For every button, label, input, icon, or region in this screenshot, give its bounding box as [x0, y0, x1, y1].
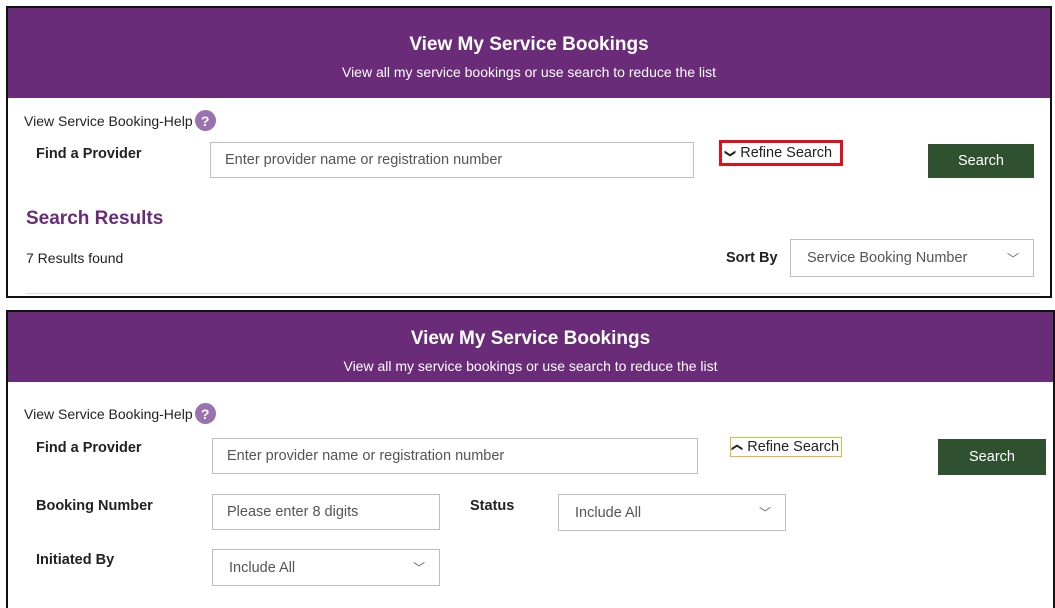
sort-by-value: Service Booking Number — [807, 250, 968, 266]
chevron-down-icon: ﹀ — [758, 506, 771, 520]
find-provider-label: Find a Provider — [36, 440, 142, 456]
initiated-by-value: Include All — [229, 559, 296, 576]
page-subtitle: View all my service bookings or use sear… — [341, 64, 717, 80]
chevron-down-icon: ❯ — [724, 148, 737, 158]
help-link[interactable]: View Service Booking-Help ? — [24, 403, 216, 424]
status-label: Status — [470, 498, 515, 514]
refine-search-toggle[interactable]: ❮ Refine Search — [730, 437, 843, 457]
provider-search-input[interactable] — [212, 438, 698, 474]
find-provider-label: Find a Provider — [36, 146, 142, 162]
booking-number-label: Booking Number — [36, 498, 153, 514]
divider — [26, 293, 1040, 294]
sort-by-select[interactable]: Service Booking Number ﹀ — [790, 239, 1034, 277]
chevron-down-icon: ﹀ — [1006, 251, 1019, 266]
page-banner: View My Service Bookings View all my ser… — [8, 8, 1050, 98]
help-label: View Service Booking-Help — [24, 112, 193, 129]
provider-search-input[interactable] — [210, 142, 694, 178]
search-button[interactable]: Search — [938, 439, 1046, 475]
help-link[interactable]: View Service Booking-Help ? — [24, 110, 216, 131]
sort-by-label: Sort By — [726, 250, 778, 266]
page-title: View My Service Bookings — [409, 34, 649, 55]
search-results-heading: Search Results — [26, 208, 164, 229]
search-panel-expanded: View My Service Bookings View all my ser… — [6, 310, 1055, 608]
refine-search-label: Refine Search — [740, 145, 833, 161]
help-label: View Service Booking-Help — [24, 405, 193, 422]
initiated-by-select[interactable]: Include All ﹀ — [212, 549, 440, 586]
page-banner: View My Service Bookings View all my ser… — [8, 312, 1053, 382]
search-button[interactable]: Search — [928, 144, 1034, 178]
help-icon[interactable]: ? — [194, 110, 216, 131]
status-value: Include All — [575, 504, 642, 521]
refine-search-label: Refine Search — [747, 439, 840, 455]
page-subtitle: View all my service bookings or use sear… — [343, 358, 718, 374]
chevron-up-icon: ❮ — [731, 442, 744, 452]
search-panel-collapsed: View My Service Bookings View all my ser… — [6, 6, 1052, 298]
booking-number-input[interactable] — [212, 494, 440, 530]
status-select[interactable]: Include All ﹀ — [558, 494, 786, 531]
refine-search-toggle[interactable]: ❯ Refine Search — [719, 140, 844, 166]
chevron-down-icon: ﹀ — [412, 561, 425, 575]
initiated-by-label: Initiated By — [36, 552, 115, 568]
page-title: View My Service Bookings — [410, 328, 651, 349]
results-count: 7 Results found — [26, 250, 124, 266]
help-icon[interactable]: ? — [194, 403, 216, 424]
